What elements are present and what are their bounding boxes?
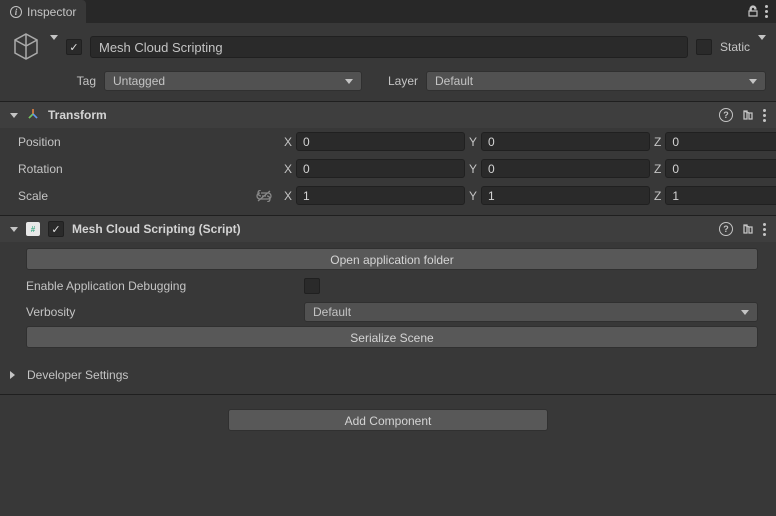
- tag-layer-row: Tag Untagged Layer Default: [0, 67, 776, 101]
- tag-label: Tag: [58, 74, 96, 88]
- tag-dropdown[interactable]: Untagged: [104, 71, 362, 91]
- gameobject-name-input[interactable]: [90, 36, 688, 58]
- position-z-input[interactable]: [665, 132, 776, 151]
- enable-debug-label: Enable Application Debugging: [26, 279, 296, 293]
- component-menu-icon[interactable]: [763, 109, 766, 122]
- lock-icon[interactable]: [747, 5, 759, 18]
- gameobject-header: Static: [0, 23, 776, 67]
- axis-x-label: X: [284, 135, 292, 149]
- preset-icon[interactable]: [741, 222, 755, 236]
- script-body: Open application folder Enable Applicati…: [0, 242, 776, 362]
- script-component-header[interactable]: # Mesh Cloud Scripting (Script) ?: [0, 216, 776, 242]
- script-title: Mesh Cloud Scripting (Script): [72, 222, 241, 236]
- position-label: Position: [18, 135, 280, 149]
- verbosity-row: Verbosity Default: [26, 298, 758, 326]
- open-application-folder-button[interactable]: Open application folder: [26, 248, 758, 270]
- rotation-x-input[interactable]: [296, 159, 465, 178]
- transform-title: Transform: [48, 108, 107, 122]
- scale-label-wrap: Scale: [18, 189, 280, 203]
- chevron-down-icon: [345, 79, 353, 84]
- foldout-open-icon: [10, 227, 18, 232]
- verbosity-value: Default: [313, 305, 351, 319]
- add-component-button[interactable]: Add Component: [228, 409, 548, 431]
- preset-icon[interactable]: [741, 108, 755, 122]
- transform-header[interactable]: Transform ?: [0, 102, 776, 128]
- chevron-down-icon: [749, 79, 757, 84]
- static-checkbox[interactable]: [696, 39, 712, 55]
- developer-settings-title: Developer Settings: [27, 368, 128, 382]
- developer-settings-header[interactable]: Developer Settings: [0, 362, 776, 388]
- help-icon[interactable]: ?: [719, 222, 733, 236]
- inspector-icon: i: [10, 6, 22, 18]
- verbosity-dropdown[interactable]: Default: [304, 302, 758, 322]
- dropdown-arrow-icon[interactable]: [50, 40, 58, 54]
- position-row: Position X Y Z: [0, 128, 776, 155]
- serialize-scene-button[interactable]: Serialize Scene: [26, 326, 758, 348]
- script-enabled-checkbox[interactable]: [48, 221, 64, 237]
- static-dropdown-arrow-icon[interactable]: [758, 40, 766, 54]
- enabled-checkbox[interactable]: [66, 39, 82, 55]
- component-menu-icon[interactable]: [763, 223, 766, 236]
- layer-value: Default: [435, 74, 473, 88]
- scale-x-input[interactable]: [296, 186, 465, 205]
- tab-menu-icon[interactable]: [765, 5, 768, 18]
- tab-bar: i Inspector: [0, 0, 776, 23]
- foldout-open-icon: [10, 113, 18, 118]
- enable-debug-row: Enable Application Debugging: [26, 274, 758, 298]
- rotation-y-input[interactable]: [481, 159, 650, 178]
- position-y-input[interactable]: [481, 132, 650, 151]
- scale-z-input[interactable]: [665, 186, 776, 205]
- rotation-z-input[interactable]: [665, 159, 776, 178]
- tab-title: Inspector: [27, 5, 76, 19]
- tag-value: Untagged: [113, 74, 165, 88]
- constrain-proportions-icon[interactable]: [256, 190, 274, 202]
- scale-y-input[interactable]: [481, 186, 650, 205]
- layer-dropdown[interactable]: Default: [426, 71, 766, 91]
- foldout-closed-icon: [10, 371, 19, 379]
- scale-label: Scale: [18, 189, 48, 203]
- enable-debug-checkbox[interactable]: [304, 278, 320, 294]
- csharp-script-icon: #: [26, 222, 40, 236]
- axis-z-label: Z: [654, 135, 661, 149]
- transform-icon: [26, 108, 40, 122]
- position-x-input[interactable]: [296, 132, 465, 151]
- chevron-down-icon: [741, 310, 749, 315]
- axis-y-label: Y: [469, 135, 477, 149]
- scale-row: Scale X Y Z: [0, 182, 776, 209]
- verbosity-label: Verbosity: [26, 305, 296, 319]
- inspector-tab[interactable]: i Inspector: [0, 0, 86, 23]
- static-label: Static: [720, 40, 750, 54]
- gameobject-icon[interactable]: [10, 31, 42, 63]
- help-icon[interactable]: ?: [719, 108, 733, 122]
- add-component-row: Add Component: [0, 397, 776, 431]
- rotation-row: Rotation X Y Z: [0, 155, 776, 182]
- layer-label: Layer: [370, 74, 418, 88]
- rotation-label: Rotation: [18, 162, 280, 176]
